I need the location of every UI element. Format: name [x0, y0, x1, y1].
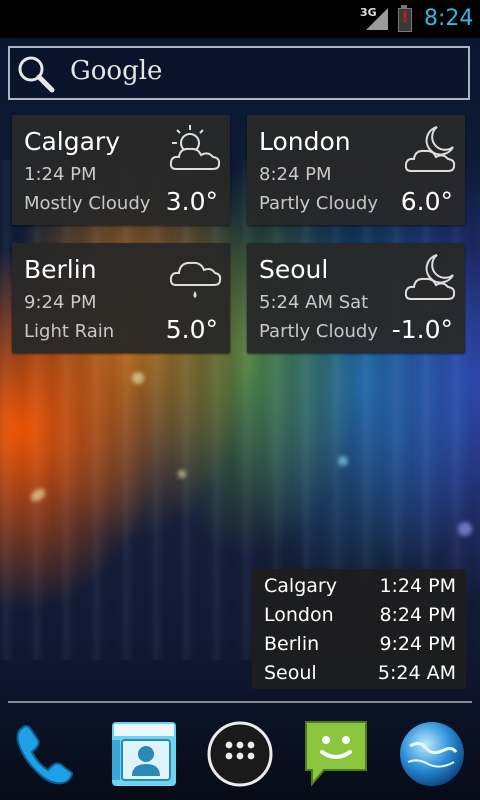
clock-row: Seoul 5:24 AM	[264, 662, 456, 690]
clock-time: 1:24 PM	[379, 575, 456, 597]
weather-time: 8:24 PM	[259, 164, 332, 185]
weather-condition: Mostly Cloudy	[24, 193, 151, 214]
weather-time: 9:24 PM	[24, 292, 97, 313]
wallpaper-bokeh	[458, 522, 472, 536]
moon-cloud-icon	[404, 254, 456, 300]
weather-temp: 3.0°	[165, 187, 218, 216]
contacts-icon[interactable]	[108, 718, 180, 790]
weather-condition: Partly Cloudy	[259, 321, 378, 342]
weather-card-calgary[interactable]: Calgary 1:24 PM Mostly Cloudy 3.0°	[12, 115, 230, 225]
weather-city: Calgary	[24, 127, 120, 156]
wallpaper-bokeh	[132, 372, 144, 384]
weather-card-berlin[interactable]: Berlin 9:24 PM Light Rain 5.0°	[12, 243, 230, 353]
status-bar: 3G ! 8:24	[0, 0, 480, 38]
clock-row: London 8:24 PM	[264, 604, 456, 632]
wallpaper-bokeh	[178, 470, 186, 478]
weather-city: Berlin	[24, 255, 97, 284]
weather-condition: Partly Cloudy	[259, 193, 378, 214]
clock-time: 5:24 AM	[377, 662, 456, 684]
world-clock-widget[interactable]: Calgary 1:24 PM London 8:24 PM Berlin 9:…	[252, 569, 466, 689]
clock-city: London	[264, 604, 334, 626]
clock-row: Calgary 1:24 PM	[264, 575, 456, 603]
weather-card-seoul[interactable]: Seoul 5:24 AM Sat Partly Cloudy -1.0°	[247, 243, 465, 353]
weather-temp: 6.0°	[400, 187, 453, 216]
app-drawer-icon[interactable]	[204, 718, 276, 790]
dock-divider	[8, 701, 472, 703]
weather-temp: -1.0°	[391, 315, 453, 344]
search-icon	[18, 56, 55, 93]
browser-icon[interactable]	[396, 718, 468, 790]
phone-icon[interactable]	[10, 718, 82, 790]
clock-city: Calgary	[264, 575, 337, 597]
weather-condition: Light Rain	[24, 321, 115, 342]
moon-cloud-icon	[404, 126, 456, 172]
weather-time: 5:24 AM Sat	[259, 292, 369, 313]
wallpaper-bokeh	[338, 456, 348, 466]
clock-city: Seoul	[264, 662, 317, 684]
weather-city: London	[259, 127, 351, 156]
clock-time: 8:24 PM	[379, 604, 456, 626]
battery-alert-icon: !	[401, 10, 409, 26]
weather-card-london[interactable]: London 8:24 PM Partly Cloudy 6.0°	[247, 115, 465, 225]
weather-city: Seoul	[259, 255, 329, 284]
status-clock: 8:24	[424, 6, 474, 31]
signal-icon	[366, 8, 388, 30]
search-label: Google	[70, 56, 163, 86]
google-search-bar[interactable]: Google	[8, 46, 470, 100]
rain-cloud-icon	[169, 261, 222, 298]
messaging-icon[interactable]	[300, 718, 372, 790]
clock-city: Berlin	[264, 633, 320, 655]
clock-time: 9:24 PM	[379, 633, 456, 655]
weather-time: 1:24 PM	[24, 164, 97, 185]
sun-cloud-icon	[169, 125, 221, 170]
clock-row: Berlin 9:24 PM	[264, 633, 456, 661]
weather-temp: 5.0°	[165, 315, 218, 344]
